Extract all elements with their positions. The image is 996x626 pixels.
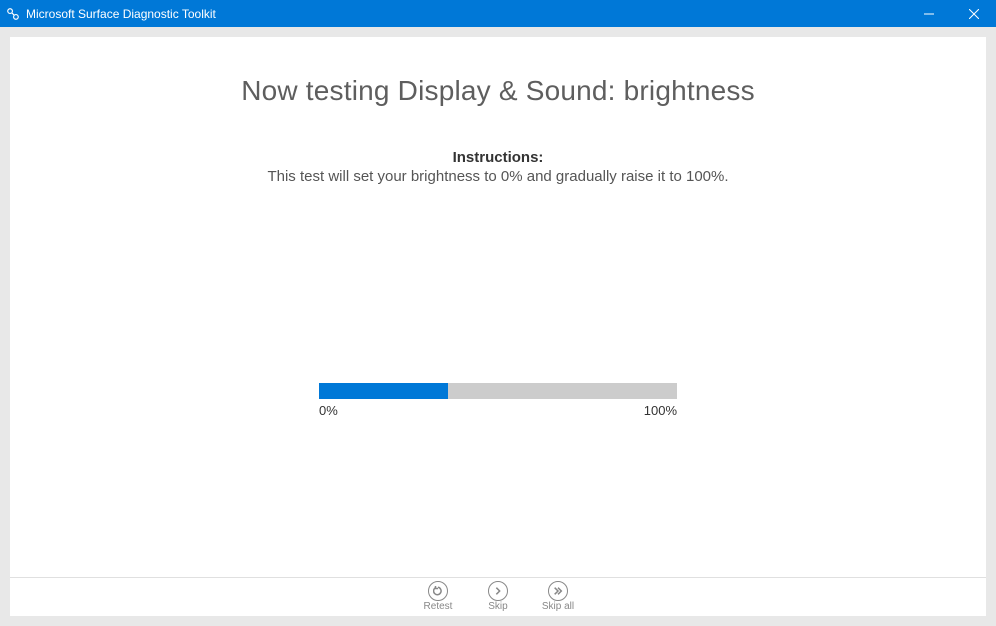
progress-fill [319,383,448,399]
progress-labels: 0% 100% [319,403,677,418]
skipall-label: Skip all [542,601,574,612]
minimize-button[interactable] [906,0,951,27]
progress-block: 0% 100% [10,383,986,418]
bottom-bar: Retest Skip Skip all [10,577,986,616]
window-controls [906,0,996,27]
instructions-text: This test will set your brightness to 0%… [10,168,986,185]
skipall-icon [548,581,568,601]
window-title: Microsoft Surface Diagnostic Toolkit [26,7,906,21]
skip-icon [488,581,508,601]
skipall-button[interactable]: Skip all [540,581,576,612]
retest-icon [428,581,448,601]
progress-max-label: 100% [644,403,677,418]
progress-bar [319,383,677,399]
instructions-label: Instructions: [10,149,986,166]
titlebar: Microsoft Surface Diagnostic Toolkit [0,0,996,27]
page-heading: Now testing Display & Sound: brightness [10,75,986,107]
retest-button[interactable]: Retest [420,581,456,612]
app-icon [0,7,26,21]
retest-label: Retest [424,601,453,612]
progress-min-label: 0% [319,403,338,418]
content-panel: Now testing Display & Sound: brightness … [10,37,986,616]
content-wrapper: Now testing Display & Sound: brightness … [0,27,996,626]
skip-button[interactable]: Skip [480,581,516,612]
skip-label: Skip [488,601,507,612]
close-button[interactable] [951,0,996,27]
instructions-block: Instructions: This test will set your br… [10,149,986,185]
